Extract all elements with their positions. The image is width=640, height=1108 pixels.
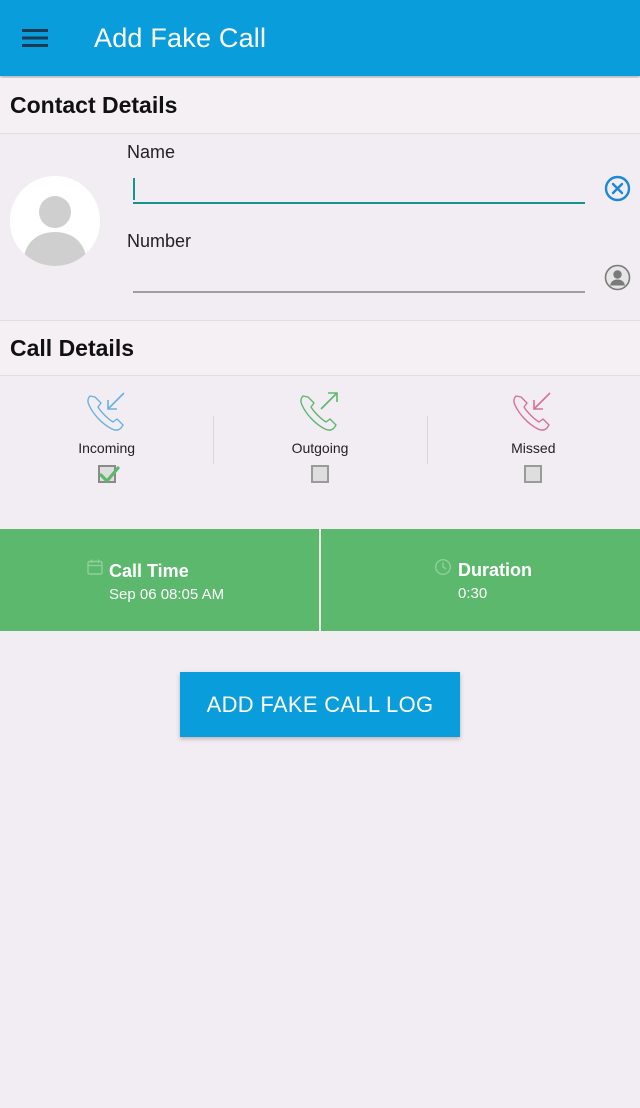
person-placeholder-icon: [10, 176, 100, 266]
menu-button[interactable]: [0, 0, 70, 76]
call-type-label: Missed: [511, 440, 556, 456]
incoming-call-icon: [86, 392, 125, 431]
contact-picker-icon[interactable]: [604, 264, 631, 291]
call-time-button[interactable]: Call Time Sep 06 08:05 AM: [0, 529, 319, 631]
missed-call-icon: [513, 392, 551, 431]
contact-details-header: Contact Details: [0, 78, 640, 134]
outgoing-checkbox[interactable]: [310, 465, 329, 483]
call-type-missed[interactable]: Missed: [426, 378, 640, 498]
clock-icon: [434, 558, 452, 576]
call-time-label: Call Time: [109, 561, 189, 581]
call-type-options: Incoming Outgoing Missed: [0, 378, 640, 498]
call-time-value: Sep 06 08:05 AM: [109, 586, 225, 603]
page-title: Add Fake Call: [94, 22, 267, 53]
missed-checkbox[interactable]: [524, 465, 543, 483]
incoming-checkbox[interactable]: [97, 465, 120, 483]
app-bar: Add Fake Call: [0, 0, 640, 76]
call-type-outgoing[interactable]: Outgoing: [213, 378, 426, 498]
number-label: Number: [127, 231, 192, 251]
duration-label: Duration: [458, 560, 532, 580]
call-type-label: Incoming: [78, 440, 136, 456]
number-input[interactable]: [133, 259, 585, 293]
text-cursor: [133, 178, 135, 200]
calendar-icon: [87, 559, 103, 575]
call-type-label: Outgoing: [291, 440, 349, 456]
call-details-header: Call Details: [0, 320, 640, 376]
duration-value: 0:30: [458, 585, 488, 602]
add-fake-call-log-button[interactable]: ADD FAKE CALL LOG: [180, 672, 460, 737]
name-input[interactable]: [133, 170, 585, 204]
clear-circle-icon[interactable]: [604, 175, 631, 202]
name-label: Name: [127, 142, 176, 162]
outgoing-call-icon: [300, 392, 338, 431]
call-type-incoming[interactable]: Incoming: [0, 378, 213, 498]
duration-button[interactable]: Duration 0:30: [319, 529, 640, 631]
call-timing-row: Call Time Sep 06 08:05 AM Duration 0:30: [0, 529, 640, 631]
avatar[interactable]: [10, 176, 100, 266]
hamburger-menu-icon: [22, 29, 48, 47]
checkmark-icon: [99, 466, 120, 483]
